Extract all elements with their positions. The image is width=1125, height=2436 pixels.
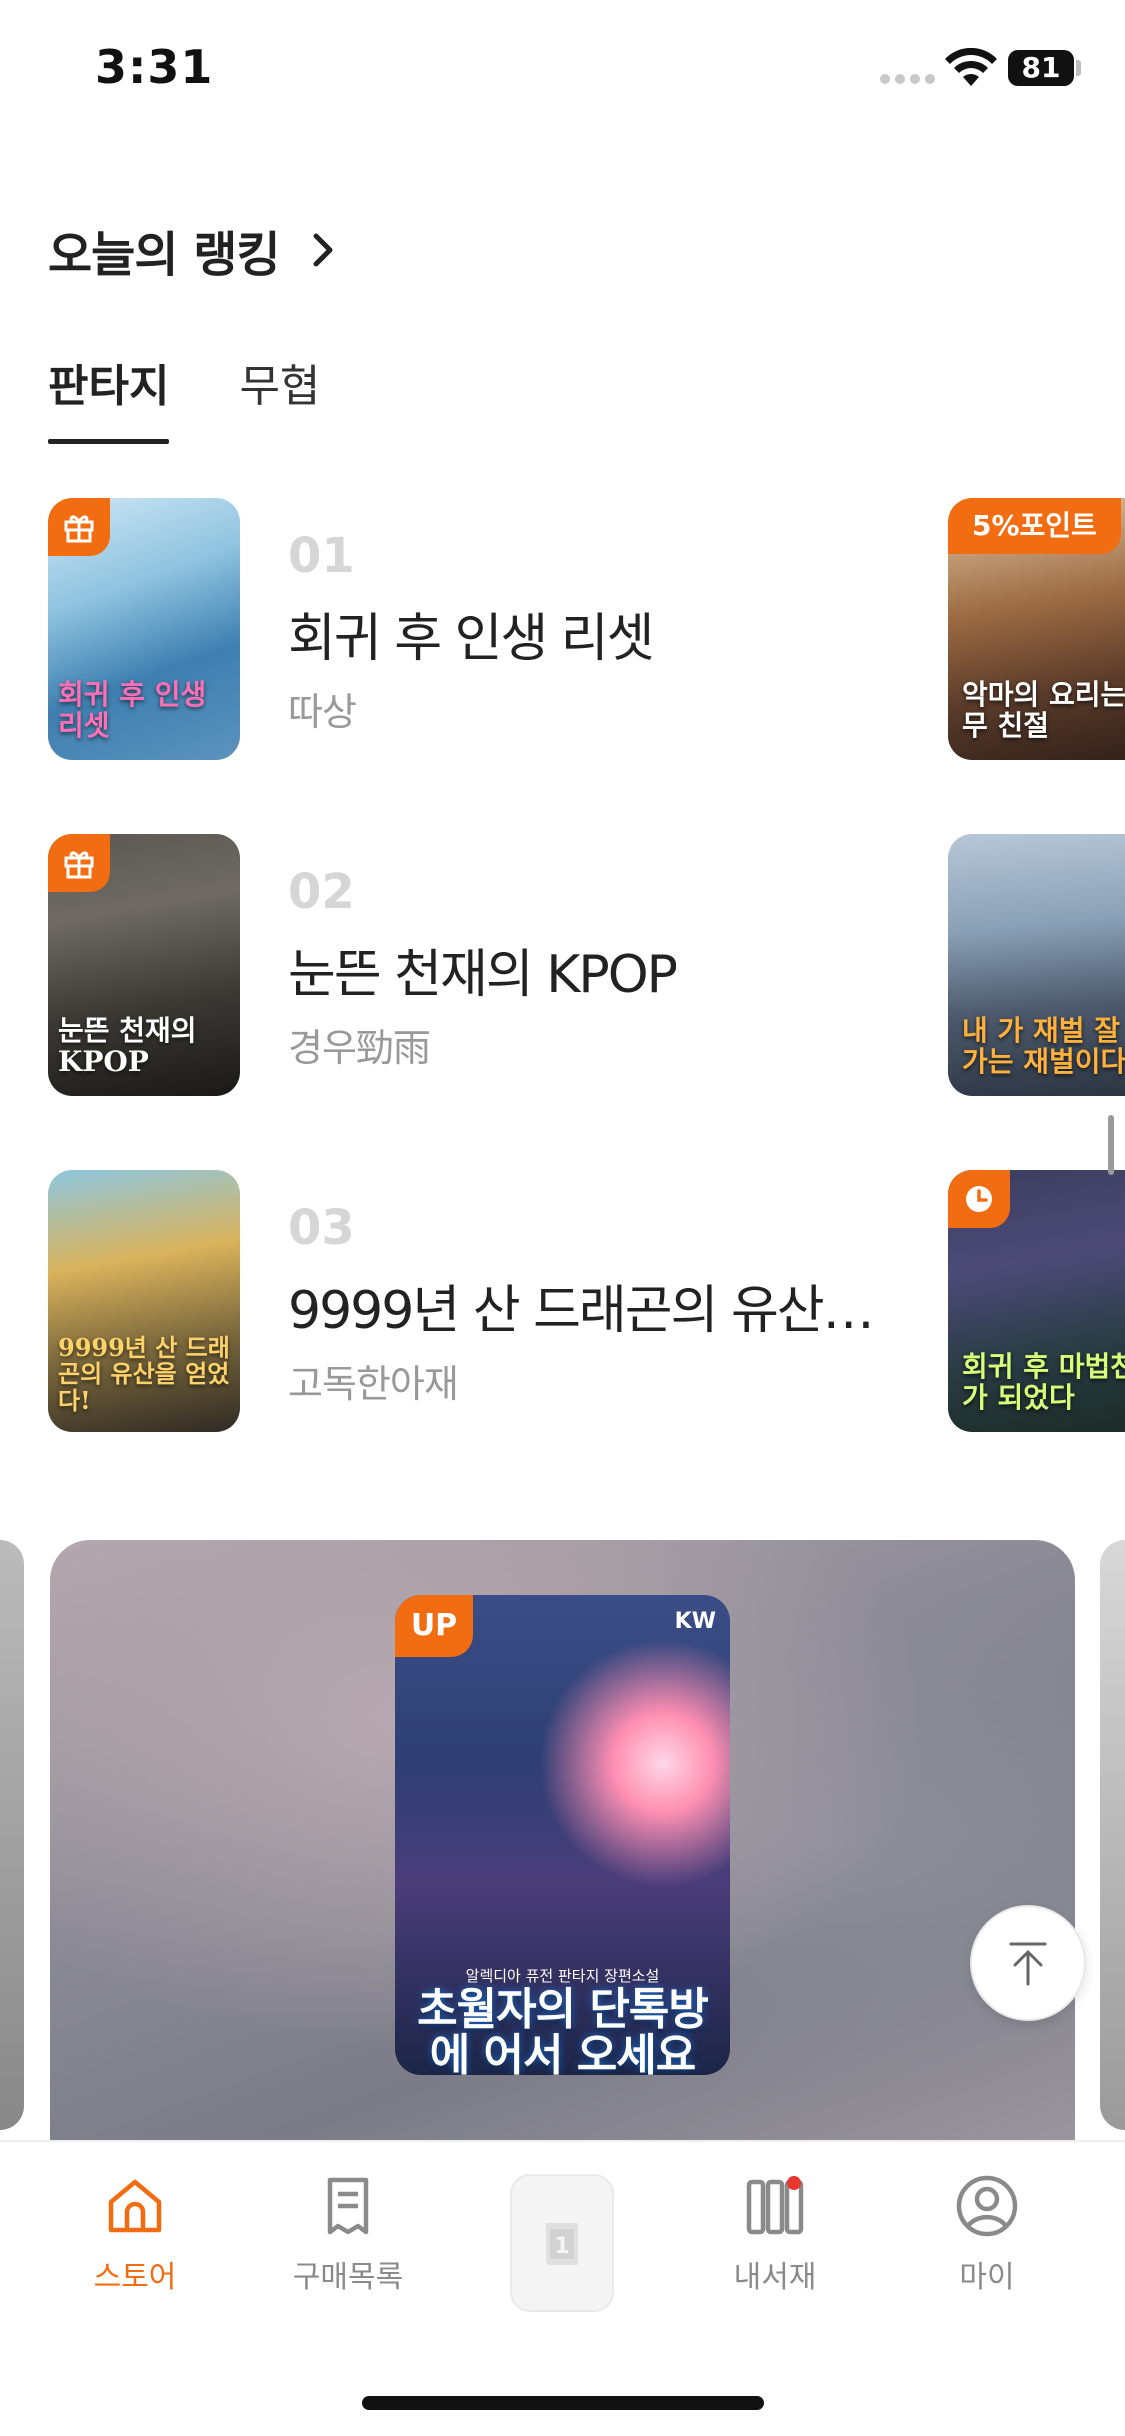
nav-recent-book[interactable]: 1 (510, 2174, 614, 2312)
scroll-indicator[interactable] (1108, 1115, 1114, 1175)
side-book-cover[interactable]: 내 가 재벌 잘 나가는 재벌이다 (948, 834, 1125, 1096)
side-cover-title: 악마의 요리는 너무 친절 (962, 678, 1125, 743)
nav-my[interactable]: 마이 (907, 2172, 1067, 2296)
banner-title: 초월자의 단톡방에 어서 오세요 (417, 1984, 709, 2075)
cover-title: 회귀 후 인생 리셋 (58, 678, 207, 743)
banner-subtitle: 알렉디아 퓨전 판타지 장편소설 (465, 1967, 660, 1985)
svg-text:1: 1 (554, 2234, 569, 2259)
book-author: 경우勁雨 (288, 1026, 431, 1070)
wifi-icon (945, 48, 997, 86)
receipt-icon (327, 2177, 369, 2235)
banner-next-peek[interactable] (1100, 1540, 1125, 2130)
nav-label: 스토어 (93, 2260, 177, 2295)
gift-icon (48, 834, 110, 892)
battery-icon: 81 (1008, 50, 1074, 86)
ranking-header[interactable]: 오늘의 랭킹 (48, 215, 338, 285)
banner-book-cover[interactable]: UP KW 알렉디아 퓨전 판타지 장편소설 초월자의 단톡방에 어서 오세요 (395, 1595, 730, 2075)
tab-martial-arts[interactable]: 무협 (239, 350, 320, 444)
arrow-up-icon (1009, 1942, 1047, 1986)
ranking-item[interactable]: 회귀 후 인생 리셋 01 회귀 후 인생 리셋 따상 악마의 요리는 너무 친… (48, 498, 1125, 763)
nav-label: 구매목록 (292, 2260, 404, 2295)
ranking-item[interactable]: 눈뜬 천재의 KPOP 02 눈뜬 천재의 KPOP 경우勁雨 내 가 재벌 잘… (48, 834, 1125, 1099)
battery-tip (1076, 60, 1081, 76)
book-title: 9999년 산 드래곤의 유산… (288, 1281, 873, 1341)
side-book-cover[interactable]: 악마의 요리는 너무 친절 5%포인트 (948, 498, 1125, 760)
book-author: 고독한아재 (288, 1362, 459, 1406)
nav-purchases[interactable]: 구매목록 (268, 2172, 428, 2296)
signal-icon (880, 74, 935, 84)
bottom-navigation: 스토어 구매목록 1 내서재 마이 (0, 2140, 1125, 2436)
status-time: 3:31 (95, 40, 214, 94)
nav-label: 마이 (959, 2260, 1015, 2295)
book-title: 회귀 후 인생 리셋 (288, 609, 653, 669)
up-badge: UP (395, 1595, 473, 1657)
rank-number: 01 (288, 528, 355, 584)
nav-library[interactable]: 내서재 (695, 2172, 855, 2296)
ranking-item[interactable]: 9999년 산 드래곤의 유산을 얻었다! 03 9999년 산 드래곤의 유산… (48, 1170, 1125, 1435)
clock-icon (948, 1170, 1010, 1228)
book-cover[interactable]: 회귀 후 인생 리셋 (48, 498, 240, 760)
rank-number: 03 (288, 1200, 355, 1256)
book-cover[interactable]: 눈뜬 천재의 KPOP (48, 834, 240, 1096)
book-icon: 1 (546, 2223, 578, 2265)
nav-label: 내서재 (733, 2260, 817, 2295)
home-icon (108, 2179, 162, 2233)
banner-prev-peek[interactable] (0, 1540, 24, 2130)
genre-tabs: 판타지 무협 (48, 350, 390, 444)
chevron-right-icon (313, 233, 333, 267)
scroll-to-top-button[interactable] (970, 1905, 1086, 2021)
cover-title: 9999년 산 드래곤의 유산을 얻었다! (58, 1332, 230, 1415)
status-bar: 3:31 81 (0, 0, 1125, 140)
cover-title: 눈뜬 천재의 KPOP (58, 1014, 197, 1079)
side-cover-title: 내 가 재벌 잘 나가는 재벌이다 (962, 1014, 1125, 1079)
home-indicator (362, 2396, 764, 2410)
book-title: 눈뜬 천재의 KPOP (288, 945, 677, 1005)
section-title: 오늘의 랭킹 (48, 227, 281, 283)
gift-icon (48, 498, 110, 556)
featured-banner[interactable]: UP KW 알렉디아 퓨전 판타지 장편소설 초월자의 단톡방에 어서 오세요 (50, 1540, 1075, 2140)
point-badge: 5%포인트 (948, 498, 1121, 554)
nav-store[interactable]: 스토어 (55, 2172, 215, 2296)
rank-number: 02 (288, 864, 355, 920)
book-author: 따상 (288, 690, 357, 734)
side-book-cover[interactable]: 회귀 후 마법천재가 되었다 (948, 1170, 1125, 1432)
tab-fantasy[interactable]: 판타지 (48, 350, 170, 444)
notification-dot (787, 2176, 801, 2190)
book-cover[interactable]: 9999년 산 드래곤의 유산을 얻었다! (48, 1170, 240, 1432)
publisher-logo: KW (674, 1609, 716, 1634)
profile-icon (956, 2175, 1018, 2237)
side-cover-title: 회귀 후 마법천재가 되었다 (962, 1350, 1125, 1415)
